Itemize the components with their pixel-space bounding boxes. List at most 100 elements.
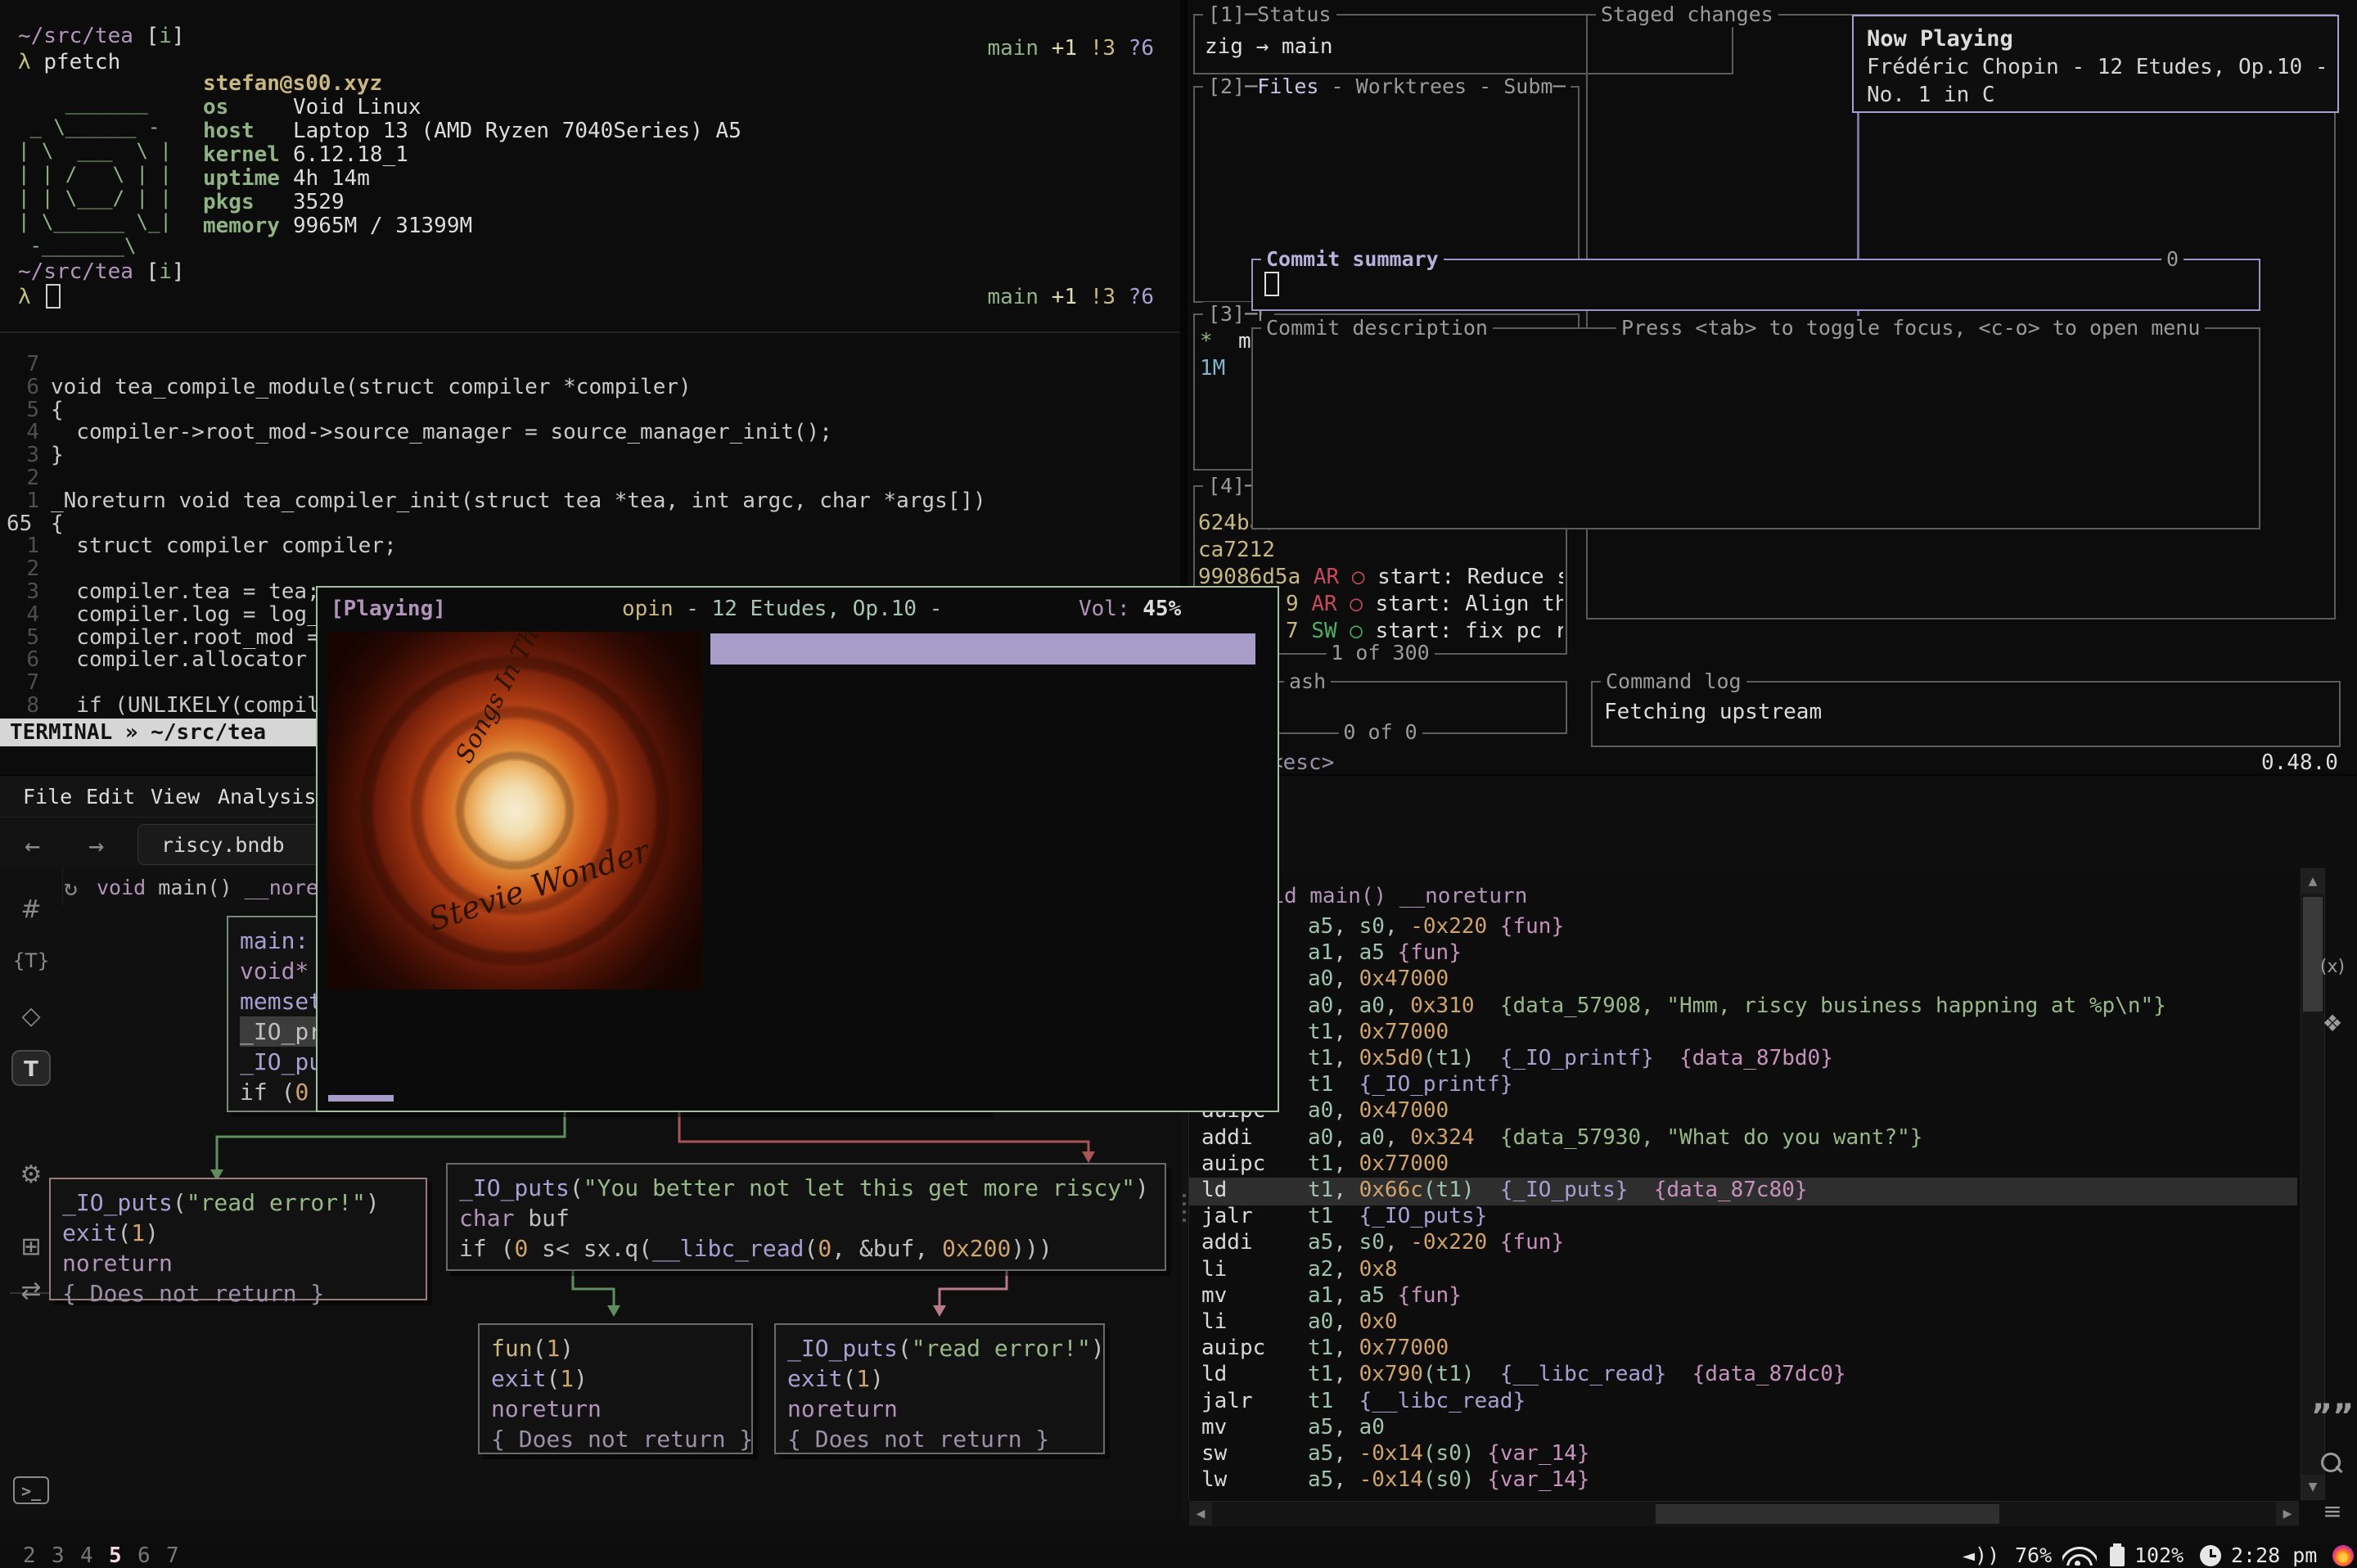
instruction-row[interactable]: addia5, s0, -0x220 {fun} bbox=[1201, 1232, 1564, 1253]
code-line[interactable]: compiler->root_mod->source_manager = sou… bbox=[51, 421, 832, 443]
menu-view[interactable]: View bbox=[151, 786, 200, 809]
line-number: 3 bbox=[3, 581, 39, 602]
workspace-2[interactable]: 2 bbox=[23, 1544, 36, 1567]
menu-analysis[interactable]: Analysis bbox=[218, 786, 316, 809]
tags-icon[interactable]: ◇ bbox=[0, 1004, 62, 1029]
clock-time: 2:28 pm bbox=[2231, 1543, 2317, 1568]
instruction-row[interactable]: swa5, -0x14(s0) {var_14} bbox=[1201, 1443, 1589, 1464]
node-line: exit(1) bbox=[62, 1218, 414, 1248]
workspace-6[interactable]: 6 bbox=[137, 1544, 151, 1567]
code-line[interactable]: struct compiler compiler; bbox=[51, 535, 397, 556]
types-icon[interactable]: {T} bbox=[0, 951, 62, 971]
gitui-command-log-panel: Command log Fetching upstream bbox=[1591, 681, 2341, 747]
instruction-row[interactable]: lwa5, -0x14(s0) {var_14} bbox=[1201, 1469, 1589, 1490]
code-line[interactable]: { bbox=[51, 399, 64, 421]
instruction-row[interactable]: lia2, 0x8 bbox=[1201, 1259, 1398, 1280]
line-number: 7 bbox=[3, 672, 39, 693]
code-line[interactable]: { bbox=[51, 513, 64, 534]
instruction-row[interactable]: ldt1, 0x790(t1) {__libc_read} {data_87dc… bbox=[1201, 1363, 1846, 1385]
command-line: λ pfetch bbox=[18, 51, 120, 75]
graph-node-read-error[interactable]: _IO_puts("read error!")exit(1)noreturn{ … bbox=[49, 1178, 427, 1300]
commit-row[interactable]: 7 SW ○ start: fix pc re bbox=[1286, 620, 1563, 644]
instruction-row[interactable]: auipct1, 0x77000 bbox=[1201, 1153, 1449, 1174]
graph-node-riscy[interactable]: _IO_puts("You better not let this get mo… bbox=[446, 1163, 1166, 1271]
symbols-icon[interactable]: # bbox=[0, 898, 62, 922]
node-line: noreturn bbox=[491, 1394, 740, 1424]
log-view-icon[interactable]: ≡ bbox=[2308, 1500, 2357, 1523]
line-number: 2 bbox=[3, 467, 39, 489]
instruction-row[interactable]: ldt1, 0x66c(t1) {_IO_puts} {data_87c80} bbox=[1201, 1179, 1808, 1201]
variables-icon[interactable]: (x) bbox=[2308, 958, 2357, 976]
instruction-row[interactable]: jalrt1 {__libc_read} bbox=[1201, 1390, 1526, 1412]
refresh-icon[interactable]: ↻ bbox=[64, 875, 78, 901]
commit-row[interactable]: 9 AR ○ start: Align the bbox=[1286, 593, 1563, 617]
code-line[interactable]: compiler.log = log_in bbox=[51, 604, 345, 625]
terminal-icon[interactable]: >_ bbox=[13, 1476, 49, 1504]
node-line: char buf bbox=[459, 1203, 1153, 1233]
instruction-row[interactable]: addia0, a0, 0x324 {data_57930, "What do … bbox=[1201, 1127, 1922, 1148]
forward-arrow-button[interactable]: → bbox=[88, 831, 104, 861]
horizontal-scrollbar[interactable]: ◀ ▶ bbox=[1189, 1501, 2299, 1526]
code-line[interactable]: } bbox=[51, 444, 64, 466]
playback-progress[interactable] bbox=[328, 1095, 394, 1102]
commit-summary-popup[interactable]: Commit summary 0 bbox=[1251, 259, 2260, 311]
code-line[interactable]: if (UNLIKELY(compiler bbox=[51, 695, 345, 716]
menu-file[interactable]: File bbox=[23, 786, 72, 809]
code-line[interactable]: _Noreturn void tea_compiler_init(struct … bbox=[51, 490, 986, 511]
code-line[interactable]: compiler.allocator = a bbox=[51, 649, 358, 670]
instruction-row[interactable]: mva1, a5 {fun} bbox=[1201, 1285, 1462, 1306]
commit-description-popup[interactable]: Commit description Press <tab> to toggle… bbox=[1251, 327, 2260, 529]
workspace-5[interactable]: 5 bbox=[109, 1544, 122, 1567]
code-line[interactable]: compiler.tea = tea; bbox=[51, 581, 320, 602]
line-number: 8 bbox=[3, 695, 39, 716]
disassembly-pane[interactable]: void main() __noreturn a5, s0, -0x220 {f… bbox=[1188, 868, 2299, 1500]
search-icon[interactable] bbox=[2321, 1453, 2341, 1472]
git-status-summary-2: main +1 !3 ?6 bbox=[986, 286, 1154, 310]
gitui-version: 0.48.0 bbox=[2261, 751, 2338, 776]
notification-line1: Frédéric Chopin - 12 Etudes, Op.10 - bbox=[1867, 56, 2328, 80]
node-line: noreturn bbox=[62, 1248, 414, 1278]
graph-node-fun[interactable]: fun(1)exit(1)noreturn{ Does not return } bbox=[478, 1323, 753, 1454]
volume-indicator: Vol: 45% bbox=[1079, 597, 1181, 622]
node-line: _IO_puts("read error!") bbox=[787, 1333, 1092, 1363]
line-number: 6 bbox=[3, 376, 39, 398]
terminal-tab-bar[interactable]: TERMINAL » ~/src/tea bbox=[0, 719, 321, 746]
code-line[interactable]: compiler.root_mod = NU bbox=[51, 627, 358, 648]
instruction-row[interactable]: lia0, 0x0 bbox=[1201, 1311, 1398, 1332]
line-number: 7 bbox=[3, 354, 39, 375]
fetch-entry: memory9965M / 31399M bbox=[203, 214, 472, 239]
workspace-7[interactable]: 7 bbox=[166, 1544, 179, 1567]
notification-line2: No. 1 in C bbox=[1867, 83, 1995, 108]
type-inspector-icon[interactable]: T bbox=[11, 1050, 51, 1086]
stack-view-icon[interactable]: ❖ bbox=[2308, 1012, 2357, 1035]
commit-input-cursor[interactable] bbox=[1264, 272, 1279, 296]
fetch-entry: uptime4h 14m bbox=[203, 167, 370, 191]
speaker-icon[interactable]: ◄)) bbox=[1963, 1543, 1999, 1568]
fetch-entry: osVoid Linux bbox=[203, 96, 421, 120]
workspace-3[interactable]: 3 bbox=[52, 1544, 65, 1567]
instruction-row[interactable]: a0, a0, 0x310 {data_57908, "Hmm, riscy b… bbox=[1201, 995, 2166, 1016]
workspace-4[interactable]: 4 bbox=[80, 1544, 93, 1567]
back-arrow-button[interactable]: ← bbox=[25, 831, 40, 861]
instruction-row[interactable]: t1, 0x5d0(t1) {_IO_printf} {data_87bd0} bbox=[1201, 1048, 1833, 1069]
scroll-left-arrow[interactable]: ◀ bbox=[1189, 1503, 1212, 1525]
fetch-user: stefan@s00.xyz bbox=[203, 71, 382, 96]
command-log-content: Fetching upstream bbox=[1604, 701, 1822, 725]
fire-tray-icon[interactable] bbox=[2332, 1545, 2354, 1566]
scroll-right-arrow[interactable]: ▶ bbox=[2276, 1503, 2299, 1525]
prompt-lambda-2: λ bbox=[18, 286, 31, 310]
instruction-row[interactable]: auipct1, 0x77000 bbox=[1201, 1337, 1449, 1358]
code-line[interactable]: void tea_compile_module(struct compiler … bbox=[51, 376, 692, 398]
line-number: 4 bbox=[3, 604, 39, 625]
instruction-row[interactable]: mva5, a0 bbox=[1201, 1417, 1385, 1438]
terminal-cursor[interactable] bbox=[46, 284, 61, 309]
notification-title: Now Playing bbox=[1867, 26, 2013, 52]
menu-edit[interactable]: Edit bbox=[86, 786, 135, 809]
comments-icon[interactable]: ”” bbox=[2308, 1400, 2357, 1433]
hscroll-thumb[interactable] bbox=[1656, 1504, 1999, 1524]
wifi-icon[interactable] bbox=[2062, 1544, 2097, 1566]
now-playing-notification[interactable]: Now Playing Frédéric Chopin - 12 Etudes,… bbox=[1852, 15, 2339, 113]
instruction-row[interactable]: jalrt1 {_IO_puts} bbox=[1201, 1205, 1487, 1227]
gitui-window: [1]─Status zig → main Staged changes [2]… bbox=[1188, 0, 2357, 774]
graph-node-read-error-2[interactable]: _IO_puts("read error!")exit(1)noreturn{ … bbox=[774, 1323, 1105, 1454]
